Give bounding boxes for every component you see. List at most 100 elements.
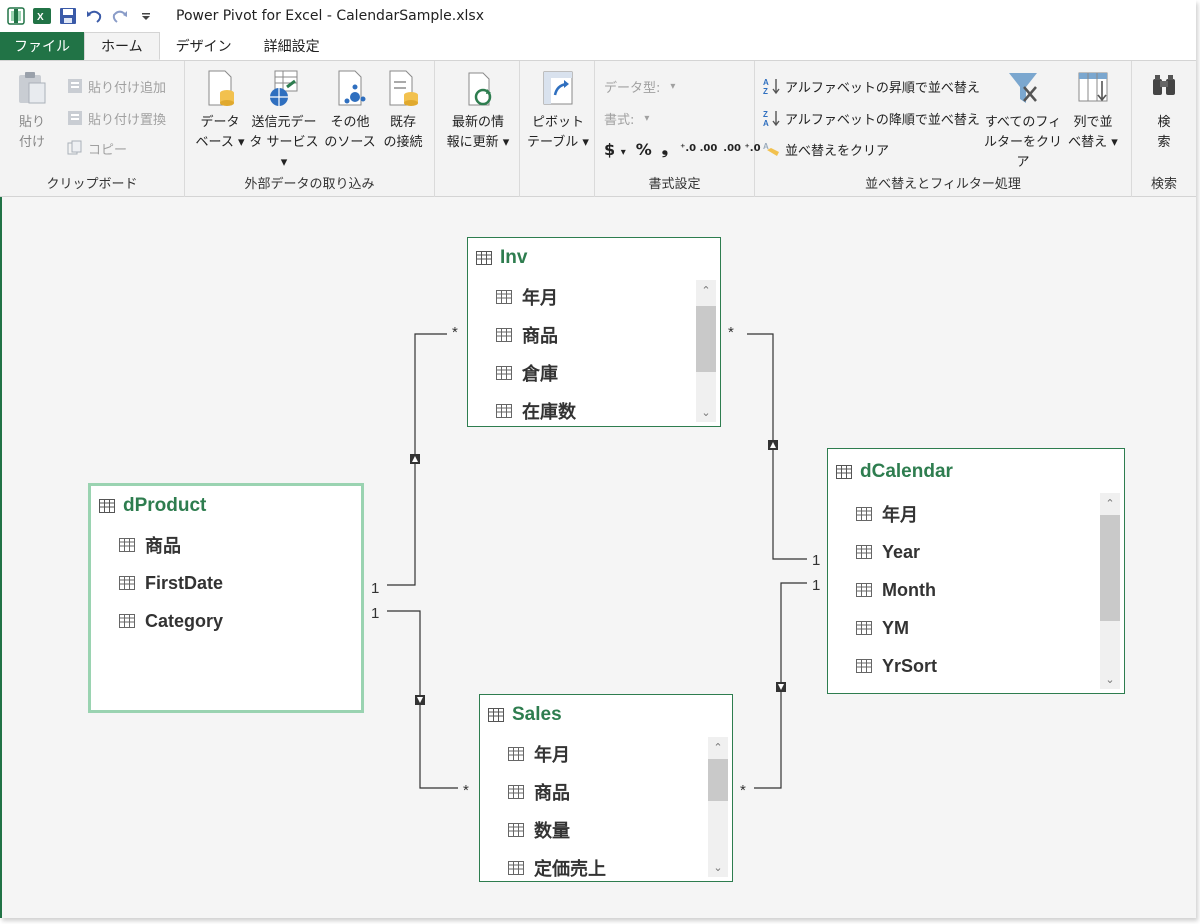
column-name: 年月 <box>882 505 918 525</box>
tab-file[interactable]: ファイル <box>0 32 84 60</box>
column-item[interactable]: 数量 <box>480 811 732 849</box>
column-icon <box>496 366 512 380</box>
paste-append-button[interactable]: 貼り付け追加 <box>66 75 166 97</box>
clear-all-filters-button[interactable]: すべてのフィ ルターをクリア <box>981 69 1065 173</box>
table-icon <box>99 499 115 513</box>
increase-decimal-icon: ⁺.0 .00 <box>680 143 718 154</box>
paste-button[interactable]: 貼り 付け <box>12 69 52 153</box>
group-label-sort-filter: 並べ替えとフィルター処理 <box>865 177 1021 192</box>
from-database-button[interactable]: データ ベース ▾ <box>191 69 249 153</box>
column-item[interactable]: Year <box>828 533 1124 571</box>
datatype-dropdown[interactable]: データ型: ▾ <box>604 75 675 97</box>
table-dcalendar[interactable]: dCalendar 年月 Year Month YM YrSort ⌃ ⌄ <box>827 448 1125 694</box>
find-label-2: 索 <box>1157 135 1171 150</box>
scroll-up-icon[interactable]: ⌃ <box>1100 493 1120 513</box>
scroll-down-icon[interactable]: ⌄ <box>1100 669 1120 689</box>
column-icon <box>508 823 524 837</box>
column-item[interactable]: Month <box>828 571 1124 609</box>
table-name: dProduct <box>123 495 207 516</box>
clear-sort-button[interactable]: A 並べ替えをクリア <box>763 138 889 160</box>
customize-qat-icon[interactable] <box>136 6 156 26</box>
percent-format-button[interactable]: % <box>636 140 652 159</box>
svg-text:A: A <box>763 78 769 87</box>
paste-append-icon <box>68 79 82 93</box>
column-icon <box>119 614 135 628</box>
column-item[interactable]: 商品 <box>480 773 732 811</box>
scroll-up-icon[interactable]: ⌃ <box>696 280 716 300</box>
save-icon[interactable] <box>58 6 78 26</box>
undo-icon[interactable] <box>84 6 104 26</box>
paste-replace-label: 貼り付け置換 <box>88 112 167 128</box>
table-header[interactable]: Sales <box>480 695 732 735</box>
vertical-scrollbar[interactable]: ⌃ ⌄ <box>696 280 716 422</box>
clear-filter-label-2: ルターをクリア <box>983 135 1062 170</box>
scroll-thumb[interactable] <box>708 759 728 801</box>
comma-format-button[interactable]: ❟ <box>662 139 668 159</box>
scroll-thumb[interactable] <box>1100 515 1120 621</box>
pivottable-label-1: ピボット <box>531 115 584 130</box>
column-item[interactable]: 倉庫 <box>468 354 720 392</box>
column-item[interactable]: 在庫数 <box>468 392 720 430</box>
column-name: YM <box>882 617 909 638</box>
paste-label-2: 付け <box>18 135 45 150</box>
title-bar: X Power Pivot for Excel - CalendarSample… <box>0 0 1196 32</box>
redo-icon[interactable] <box>110 6 130 26</box>
column-item[interactable]: 年月 <box>480 735 732 773</box>
column-icon <box>119 576 135 590</box>
find-label-1: 検 <box>1157 115 1171 130</box>
refresh-button[interactable]: 最新の情 報に更新 ▾ <box>441 69 515 153</box>
table-dproduct[interactable]: dProduct 商品 FirstDate Category <box>88 483 364 713</box>
increase-decimal-button[interactable]: ⁺.0 .00 <box>680 144 717 154</box>
table-sales[interactable]: Sales 年月 商品 数量 定価売上 ⌃ ⌄ <box>479 694 733 882</box>
diagram-canvas[interactable]: * * 1 1 1 1 * * Inv 年月 商品 倉庫 在庫数 ⌃ ⌄ dPr… <box>0 197 1196 918</box>
sort-ascending-button[interactable]: AZ アルファベットの昇順で並べ替え <box>763 75 980 97</box>
table-header[interactable]: Inv <box>468 238 720 278</box>
existing-connections-button[interactable]: 既存 の接続 <box>377 69 429 153</box>
tab-design[interactable]: デザイン <box>160 32 248 60</box>
excel-icon[interactable]: X <box>32 6 52 26</box>
scroll-up-icon[interactable]: ⌃ <box>708 737 728 757</box>
find-button[interactable]: 検 索 <box>1140 69 1188 153</box>
column-item[interactable]: 年月 <box>828 495 1124 533</box>
column-icon <box>496 290 512 304</box>
column-item[interactable]: FirstDate <box>91 564 361 602</box>
column-item[interactable]: 商品 <box>91 526 361 564</box>
sort-by-column-button[interactable]: 列で並 べ替え ▾ <box>1061 69 1125 153</box>
table-icon <box>836 465 852 479</box>
paste-replace-button[interactable]: 貼り付け置換 <box>66 107 166 129</box>
tab-advanced[interactable]: 詳細設定 <box>248 32 336 60</box>
scroll-down-icon[interactable]: ⌄ <box>708 857 728 877</box>
svg-text:A: A <box>763 119 769 127</box>
tab-home[interactable]: ホーム <box>84 32 160 60</box>
other-sources-button[interactable]: その他 のソース <box>323 69 377 153</box>
table-header[interactable]: dProduct <box>91 486 361 526</box>
column-item[interactable]: 定価売上 <box>480 849 732 881</box>
data-service-icon <box>270 70 298 106</box>
column-item[interactable]: YrSort <box>828 647 1124 685</box>
scroll-thumb[interactable] <box>696 306 716 372</box>
pivottable-button[interactable]: ピボット テーブル ▾ <box>526 69 590 153</box>
column-item[interactable]: Category <box>91 602 361 640</box>
vertical-scrollbar[interactable]: ⌃ ⌄ <box>1100 493 1120 689</box>
group-label-external-data: 外部データの取り込み <box>244 177 375 192</box>
cardinality-many: * <box>452 324 458 341</box>
sort-by-column-label-2: べ替え ▾ <box>1068 135 1118 150</box>
copy-button[interactable]: コピー <box>66 137 127 159</box>
database-label-1: データ <box>200 115 240 130</box>
vertical-scrollbar[interactable]: ⌃ ⌄ <box>708 737 728 877</box>
cardinality-one: 1 <box>371 580 380 597</box>
column-item[interactable]: YM <box>828 609 1124 647</box>
refresh-label-1: 最新の情 <box>451 115 504 130</box>
table-inv[interactable]: Inv 年月 商品 倉庫 在庫数 ⌃ ⌄ <box>467 237 721 427</box>
column-item[interactable]: 年月 <box>468 278 720 316</box>
format-dropdown[interactable]: 書式: ▾ <box>604 107 649 129</box>
database-label-2: ベース ▾ <box>195 135 245 150</box>
scroll-down-icon[interactable]: ⌄ <box>696 402 716 422</box>
from-data-service-button[interactable]: 送信元デー タ サービス ▾ <box>245 69 323 173</box>
column-name: 商品 <box>145 536 181 556</box>
sort-descending-button[interactable]: ZA アルファベットの降順で並べ替え <box>763 107 980 129</box>
currency-format-button[interactable]: $ ▾ <box>604 140 626 159</box>
clear-sort-label: 並べ替えをクリア <box>785 143 890 159</box>
table-header[interactable]: dCalendar <box>828 449 1124 495</box>
column-item[interactable]: 商品 <box>468 316 720 354</box>
